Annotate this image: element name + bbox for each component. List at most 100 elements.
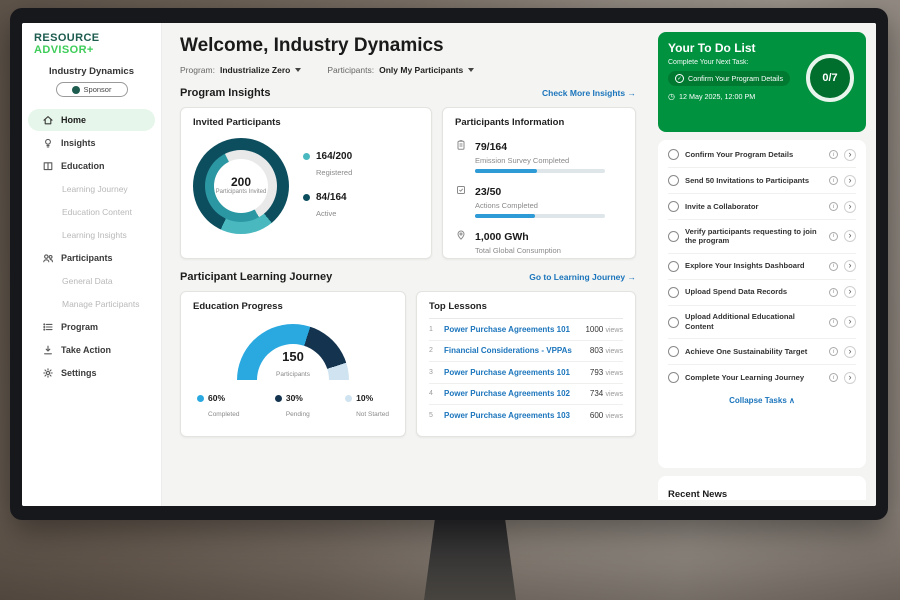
info-icon[interactable]: i — [829, 262, 838, 271]
check-more-insights-link[interactable]: Check More Insights → — [542, 88, 636, 98]
info-icon[interactable]: i — [829, 176, 838, 185]
program-value: Industrialize Zero — [220, 65, 290, 75]
checkbox-icon[interactable] — [668, 201, 679, 212]
recent-news-title: Recent News — [668, 489, 727, 500]
go-to-learning-journey-link[interactable]: Go to Learning Journey → — [529, 272, 636, 282]
progress-bar — [475, 214, 605, 218]
lesson-link[interactable]: Power Purchase Agreements 103 — [444, 411, 584, 420]
info-icon[interactable]: i — [829, 232, 838, 241]
program-label: Program: — [180, 65, 215, 75]
checkbox-icon[interactable] — [668, 372, 679, 383]
legend-registered: 164/200 Registered — [303, 151, 352, 180]
legend-pending: 30%Pending — [275, 393, 310, 421]
check-icon: ✓ — [675, 74, 684, 83]
lesson-link[interactable]: Power Purchase Agreements 101 — [444, 368, 584, 377]
program-dropdown[interactable]: Program: Industrialize Zero — [180, 65, 301, 75]
lightbulb-icon — [42, 137, 54, 149]
sidebar-item-education[interactable]: Education — [28, 155, 155, 177]
section-title: Program Insights — [180, 87, 270, 99]
chevron-right-icon[interactable]: › — [844, 149, 856, 161]
sidebar-item-label: Manage Participants — [62, 299, 140, 309]
task-row-complete-learning-journey[interactable]: Complete Your Learning Journey i › — [668, 365, 856, 390]
info-icon[interactable]: i — [829, 288, 838, 297]
sidebar-item-home[interactable]: Home — [28, 109, 155, 131]
checkbox-icon[interactable] — [668, 346, 679, 357]
next-task-label: Confirm Your Program Details — [688, 74, 783, 83]
insights-cards: Invited Participants 200 Participants In… — [180, 107, 636, 259]
gear-icon — [42, 367, 54, 379]
collapse-tasks-link[interactable]: Collapse Tasks ∧ — [668, 390, 856, 407]
checkbox-icon[interactable] — [668, 287, 679, 298]
task-row-verify-participants[interactable]: Verify participants requesting to join t… — [668, 220, 856, 254]
stat-emission-survey: 79/164 Emission Survey Completed — [455, 137, 623, 173]
check-square-icon — [455, 183, 467, 195]
page-title: Welcome, Industry Dynamics — [180, 35, 636, 57]
stat-global-consumption: 1,000 GWh Total Global Consumption — [455, 227, 623, 255]
info-icon[interactable]: i — [829, 202, 838, 211]
task-row-confirm-program[interactable]: Confirm Your Program Details i › — [668, 142, 856, 168]
participants-dropdown[interactable]: Participants: Only My Participants — [327, 65, 474, 75]
sidebar-item-label: Education — [61, 161, 105, 171]
task-row-send-invitations[interactable]: Send 50 Invitations to Participants i › — [668, 168, 856, 194]
chevron-right-icon[interactable]: › — [844, 260, 856, 272]
filter-bar: Program: Industrialize Zero Participants… — [180, 65, 636, 75]
info-icon[interactable]: i — [829, 373, 838, 382]
task-row-achieve-target[interactable]: Achieve One Sustainability Target i › — [668, 339, 856, 365]
arrow-right-icon: → — [628, 272, 637, 282]
sidebar-item-learning-insights[interactable]: Learning Insights — [28, 224, 155, 246]
sidebar-item-label: Program — [61, 322, 98, 332]
lesson-row: 3 Power Purchase Agreements 101 793 view… — [429, 362, 623, 384]
chevron-right-icon[interactable]: › — [844, 201, 856, 213]
donut-legend: 164/200 Registered 84/164 Active — [303, 151, 352, 221]
sidebar-item-education-content[interactable]: Education Content — [28, 201, 155, 223]
learning-journey-header: Participant Learning Journey Go to Learn… — [180, 271, 636, 283]
task-row-upload-educational-content[interactable]: Upload Additional Educational Content i … — [668, 306, 856, 340]
sidebar-item-general-data[interactable]: General Data — [28, 270, 155, 292]
program-insights-header: Program Insights Check More Insights → — [180, 87, 636, 99]
info-icon[interactable]: i — [829, 318, 838, 327]
task-row-invite-collaborator[interactable]: Invite a Collaborator i › — [668, 194, 856, 220]
sidebar-nav: Home Insights Education Learning Journey — [22, 109, 161, 384]
checkbox-icon[interactable] — [668, 149, 679, 160]
sponsor-badge[interactable]: Sponsor — [56, 82, 128, 97]
checkbox-icon[interactable] — [668, 261, 679, 272]
lesson-link[interactable]: Power Purchase Agreements 101 — [444, 325, 579, 334]
card-title: Participants Information — [455, 117, 623, 128]
sidebar-item-label: Take Action — [61, 345, 111, 355]
sidebar-item-learning-journey[interactable]: Learning Journey — [28, 178, 155, 200]
chevron-down-icon — [295, 68, 301, 72]
sidebar-item-insights[interactable]: Insights — [28, 132, 155, 154]
checkbox-icon[interactable] — [668, 175, 679, 186]
task-row-explore-insights[interactable]: Explore Your Insights Dashboard i › — [668, 254, 856, 280]
info-icon[interactable]: i — [829, 347, 838, 356]
todo-title: Your To Do List — [668, 41, 856, 55]
info-icon[interactable]: i — [829, 150, 838, 159]
sidebar-item-take-action[interactable]: Take Action — [28, 339, 155, 361]
sidebar-item-label: Home — [61, 115, 86, 125]
sidebar-item-participants[interactable]: Participants — [28, 247, 155, 269]
sidebar-item-label: Education Content — [62, 207, 132, 217]
lesson-row: 2 Financial Considerations - VPPAs 803 v… — [429, 341, 623, 363]
next-task-pill[interactable]: ✓ Confirm Your Program Details — [668, 71, 790, 86]
participants-value: Only My Participants — [379, 65, 463, 75]
lesson-link[interactable]: Financial Considerations - VPPAs — [444, 346, 584, 355]
sidebar-item-label: Learning Journey — [62, 184, 128, 194]
lesson-link[interactable]: Power Purchase Agreements 102 — [444, 389, 584, 398]
task-row-upload-spend-data[interactable]: Upload Spend Data Records i › — [668, 280, 856, 306]
sidebar-item-label: Settings — [61, 368, 97, 378]
chevron-right-icon[interactable]: › — [844, 175, 856, 187]
sidebar-item-label: General Data — [62, 276, 113, 286]
chevron-right-icon[interactable]: › — [844, 346, 856, 358]
donut-center: 200 Participants Invited — [214, 159, 268, 213]
sidebar-item-manage-participants[interactable]: Manage Participants — [28, 293, 155, 315]
chevron-right-icon[interactable]: › — [844, 230, 856, 242]
chevron-right-icon[interactable]: › — [844, 372, 856, 384]
chevron-right-icon[interactable]: › — [844, 316, 856, 328]
chevron-right-icon[interactable]: › — [844, 286, 856, 298]
sidebar-item-program[interactable]: Program — [28, 316, 155, 338]
tasks-list-card: Confirm Your Program Details i › Send 50… — [658, 140, 866, 468]
checkbox-icon[interactable] — [668, 231, 679, 242]
checkbox-icon[interactable] — [668, 317, 679, 328]
sidebar-item-settings[interactable]: Settings — [28, 362, 155, 384]
education-gauge-chart: 150 Participants — [237, 324, 349, 381]
